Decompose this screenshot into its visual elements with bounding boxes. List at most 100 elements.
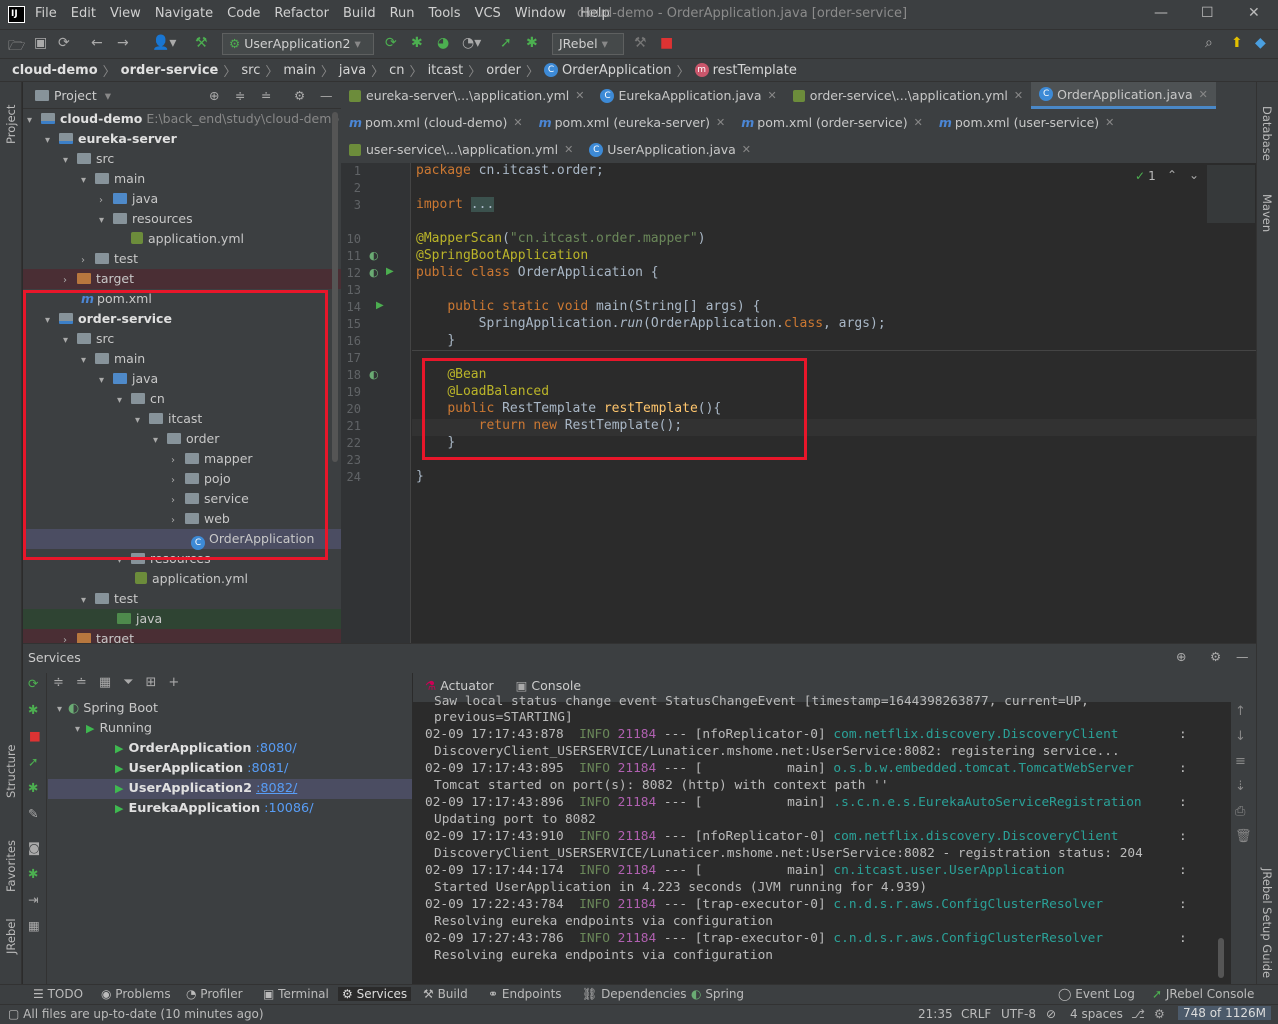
services-app-orderapplication[interactable]: ▶ OrderApplication :8080/	[115, 739, 297, 759]
tree-node-src[interactable]: ▾ src	[23, 149, 341, 169]
menu-view[interactable]: View	[110, 6, 141, 21]
sync-icon[interactable]: ⟳	[58, 35, 70, 51]
tree-node-eureka-server[interactable]: ▾ eureka-server	[23, 129, 341, 149]
file-encoding[interactable]: UTF-8	[1001, 1007, 1036, 1021]
menu-file[interactable]: File	[35, 6, 57, 21]
caret-position[interactable]: 21:35	[918, 1007, 953, 1021]
tree-node-test[interactable]: ▾ test	[23, 589, 341, 609]
database-tool-tab[interactable]: Database	[1260, 106, 1274, 161]
settings-gear-icon[interactable]: ⚙	[1154, 1007, 1165, 1021]
port-link[interactable]: :8081/	[247, 761, 288, 776]
trash-icon[interactable]: 🗑	[1235, 829, 1252, 844]
structure-tool-tab[interactable]: Structure	[4, 745, 18, 799]
collapse-all-icon[interactable]: ≐	[76, 675, 87, 690]
globe-icon[interactable]: ⊕	[1176, 649, 1186, 664]
profiler-icon[interactable]: ◔▾	[462, 35, 481, 51]
jrebel-run-icon[interactable]: ➚	[28, 754, 38, 769]
close-icon[interactable]: ✕	[1248, 5, 1260, 21]
tool-tab-services[interactable]: ⚙ Services	[338, 987, 412, 1001]
inspection-ok-icon[interactable]: ✓ 1	[1135, 169, 1156, 183]
tool-tab-profiler[interactable]: ◔ Profiler	[186, 987, 243, 1001]
memory-indicator[interactable]: 748 of 1126M	[1178, 1006, 1271, 1020]
group-icon[interactable]: ▦	[99, 675, 111, 690]
stop-icon[interactable]: ■	[660, 35, 673, 51]
tree-node-application-yml[interactable]: application.yml	[23, 229, 341, 249]
project-view-select[interactable]: Project	[54, 88, 97, 103]
spring-bean-gutter-icon[interactable]: ◐	[369, 249, 379, 262]
tab-pom-order-service[interactable]: m pom.xml (order-service) ✕	[733, 109, 931, 136]
new-tab-icon[interactable]: ⊞	[146, 675, 157, 690]
dump-threads-icon[interactable]: ✱	[28, 866, 38, 881]
jrebel-debug-icon[interactable]: ✱	[28, 780, 38, 795]
scroll-down-icon[interactable]: ↓	[1235, 729, 1252, 744]
indent-setting[interactable]: 4 spaces	[1070, 1007, 1123, 1021]
tab-actuator[interactable]: ⚗ Actuator	[425, 678, 494, 693]
console-scrollbar[interactable]	[1218, 938, 1224, 978]
line-separator[interactable]: CRLF	[961, 1007, 991, 1021]
tool-tab-jrebel-console[interactable]: ➚ JRebel Console	[1152, 987, 1254, 1001]
menu-build[interactable]: Build	[343, 6, 376, 21]
print-icon[interactable]: ⎙	[1235, 804, 1252, 819]
tab-pom-eureka-server[interactable]: m pom.xml (eureka-server) ✕	[531, 109, 734, 136]
tool-tab-endpoints[interactable]: ⚭ Endpoints	[488, 987, 562, 1001]
open-folder-icon[interactable]: 🗁	[8, 35, 25, 59]
tab-eureka-application-yml[interactable]: eureka-server\...\application.yml ✕	[341, 82, 592, 109]
tool-tab-terminal[interactable]: ▣ Terminal	[263, 987, 329, 1001]
services-node-running[interactable]: ▾ ▶ Running	[75, 719, 152, 739]
git-icon[interactable]: ⎇	[1131, 1007, 1145, 1021]
code-editor[interactable]: 1 3 10 11 12 13 14 15 16 17 18 19 20 21 …	[341, 163, 1256, 643]
menu-navigate[interactable]: Navigate	[155, 6, 213, 21]
crumb-java[interactable]: java	[339, 63, 366, 78]
update-icon[interactable]: ⬆	[1231, 35, 1243, 51]
menu-refactor[interactable]: Refactor	[274, 6, 329, 21]
expand-all-icon[interactable]: ≑	[53, 675, 64, 690]
tree-node-application-yml[interactable]: application.yml	[23, 569, 341, 589]
scroll-end-icon[interactable]: ⇣	[1235, 779, 1252, 794]
menu-tools[interactable]: Tools	[429, 6, 461, 21]
tab-pom-cloud-demo[interactable]: m pom.xml (cloud-demo) ✕	[341, 109, 531, 136]
import-fold[interactable]: ...	[470, 197, 495, 212]
project-tool-tab[interactable]: Project	[4, 105, 18, 144]
crumb-cn[interactable]: cn	[389, 63, 404, 78]
tree-node-test-java[interactable]: java	[23, 609, 341, 629]
debug-icon[interactable]: ✱	[411, 35, 423, 51]
tree-node-test[interactable]: › test	[23, 249, 341, 269]
services-node-spring-boot[interactable]: ▾ ◐ Spring Boot	[57, 699, 158, 719]
tab-order-application-yml[interactable]: order-service\...\application.yml ✕	[785, 82, 1031, 109]
chevron-up-icon[interactable]: ⌃	[1167, 168, 1177, 182]
minimize-icon[interactable]: —	[1154, 5, 1168, 21]
tab-console[interactable]: ▣ Console	[516, 678, 581, 693]
port-link[interactable]: :10086/	[264, 801, 313, 816]
code-minimap[interactable]	[1207, 165, 1255, 223]
menu-edit[interactable]: Edit	[71, 6, 96, 21]
jrebel-run-icon[interactable]: ➚	[500, 35, 512, 51]
chevron-down-icon[interactable]: ⌄	[1189, 168, 1199, 182]
tab-order-application-java[interactable]: C OrderApplication.java ✕	[1031, 82, 1216, 109]
tool-tab-todo[interactable]: ☰ TODO	[33, 987, 83, 1001]
tree-node-resources[interactable]: ▾ resources	[23, 209, 341, 229]
coverage-icon[interactable]: ◕	[437, 35, 449, 51]
crumb-module[interactable]: order-service	[121, 63, 219, 78]
hide-panel-icon[interactable]: —	[320, 88, 333, 103]
tool-tab-build[interactable]: ⚒ Build	[423, 987, 468, 1001]
project-scrollbar[interactable]	[332, 112, 338, 462]
camera-icon[interactable]: ◙	[28, 840, 40, 855]
tree-node-cloud-demo[interactable]: ▾ cloud-demo E:\back_end\study\cloud-demo	[23, 109, 341, 129]
crumb-project[interactable]: cloud-demo	[12, 63, 98, 78]
menu-window[interactable]: Window	[515, 6, 566, 21]
crumb-method[interactable]: restTemplate	[713, 63, 797, 78]
back-arrow-icon[interactable]: ←	[91, 35, 103, 51]
search-icon[interactable]: ⌕	[1205, 35, 1213, 51]
port-link[interactable]: :8080/	[256, 741, 297, 756]
locate-icon[interactable]: ⊕	[209, 88, 219, 103]
expand-all-icon[interactable]: ≑	[235, 88, 245, 103]
tab-user-application-yml[interactable]: user-service\...\application.yml ✕	[341, 136, 581, 163]
wrench-icon[interactable]: ✎	[28, 806, 38, 821]
settings-gear-icon[interactable]: ⚙	[294, 88, 305, 103]
crumb-class[interactable]: OrderApplication	[562, 63, 672, 78]
exit-icon[interactable]: ⇥	[28, 892, 38, 907]
tab-pom-user-service[interactable]: m pom.xml (user-service) ✕	[931, 109, 1123, 136]
console-output[interactable]: Saw local status change event StatusChan…	[413, 694, 1231, 984]
menu-vcs[interactable]: VCS	[475, 6, 501, 21]
spring-bean-gutter-icon[interactable]: ◐	[369, 266, 379, 279]
